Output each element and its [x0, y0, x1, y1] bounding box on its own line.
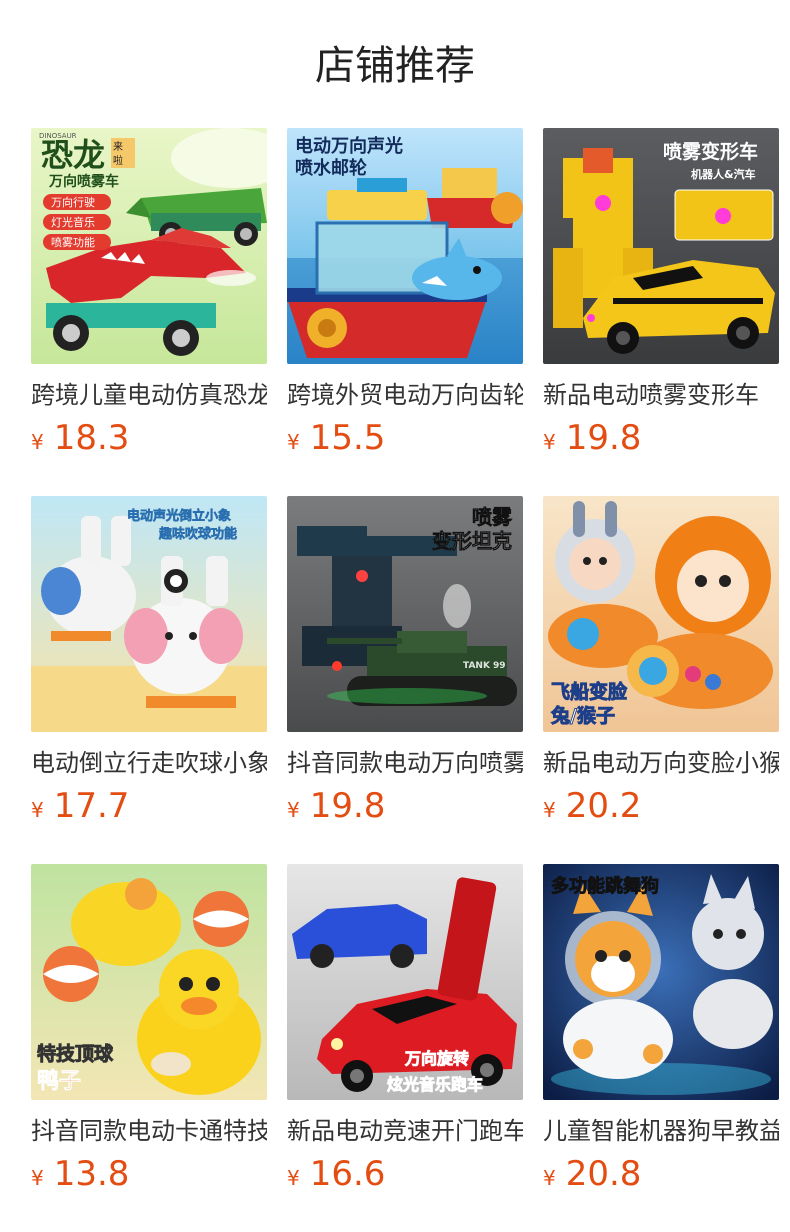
svg-text:喷雾: 喷雾	[472, 505, 513, 529]
svg-text:恐龙: 恐龙	[41, 136, 105, 174]
product-price: ¥19.8	[543, 418, 779, 464]
price-value: 19.8	[309, 786, 386, 826]
price-value: 17.7	[53, 786, 130, 826]
svg-text:灯光音乐: 灯光音乐	[51, 215, 95, 229]
product-price: ¥20.2	[543, 786, 779, 832]
product-name[interactable]: 电动倒立行走吹球小象	[31, 746, 267, 780]
product-image-elephant[interactable]: 电动声光倒立小象 趣味吹球功能	[31, 496, 267, 732]
price-value: 19.8	[565, 418, 642, 458]
svg-text:兔/猴子: 兔/猴子	[550, 704, 615, 727]
product-name[interactable]: 新品电动喷雾变形车	[543, 378, 779, 412]
product-card-ship[interactable]: 电动万向声光 喷水邮轮 跨境外贸电动万向齿轮 ¥15.5	[287, 128, 523, 496]
svg-text:炫光音乐跑车: 炫光音乐跑车	[387, 1075, 483, 1094]
currency-symbol: ¥	[543, 798, 556, 822]
svg-text:喷水邮轮: 喷水邮轮	[295, 157, 367, 179]
svg-text:啦: 啦	[113, 154, 123, 167]
svg-text:电动万向声光: 电动万向声光	[295, 135, 403, 157]
product-image-transform-car[interactable]: 喷雾变形车 机器人&汽车	[543, 128, 779, 364]
product-price: ¥20.8	[543, 1154, 779, 1200]
price-value: 13.8	[53, 1154, 130, 1194]
svg-text:飞船变脸: 飞船变脸	[551, 680, 628, 703]
svg-text:多功能跳舞狗: 多功能跳舞狗	[551, 875, 659, 897]
page-title: 店铺推荐	[315, 43, 475, 89]
product-name[interactable]: 跨境外贸电动万向齿轮	[287, 378, 523, 412]
svg-text:喷雾变形车: 喷雾变形车	[663, 140, 758, 163]
product-grid: DINOSAUR 恐龙 来 啦 万向喷雾车 万向行驶 灯光音乐 喷雾功能 跨境儿…	[31, 128, 779, 1232]
svg-text:来: 来	[113, 141, 123, 153]
product-card-tank[interactable]: TANK 99 喷雾 变形坦克 抖音同款电动万向喷雾 ¥19.8	[287, 496, 523, 864]
price-value: 20.8	[565, 1154, 642, 1194]
product-image-race-car[interactable]: 万向旋转 炫光音乐跑车	[287, 864, 523, 1100]
svg-text:TANK 99: TANK 99	[463, 661, 506, 671]
svg-text:机器人&汽车: 机器人&汽车	[691, 167, 756, 181]
product-name[interactable]: 新品电动竞速开门跑车	[287, 1114, 523, 1148]
svg-text:喷雾功能: 喷雾功能	[51, 235, 95, 249]
price-value: 18.3	[53, 418, 130, 458]
recommend-page: 店铺推荐 DINOSAUR 恐龙 来 啦 万向喷雾车 万向行驶 灯光音乐 喷雾功…	[0, 0, 790, 1232]
product-image-tank[interactable]: TANK 99 喷雾 变形坦克	[287, 496, 523, 732]
product-image-robot-dog[interactable]: 多功能跳舞狗	[543, 864, 779, 1100]
price-value: 15.5	[309, 418, 386, 458]
svg-text:万向喷雾车: 万向喷雾车	[48, 173, 119, 190]
product-card-race-car[interactable]: 万向旋转 炫光音乐跑车 新品电动竞速开门跑车 ¥16.6	[287, 864, 523, 1232]
svg-text:特技顶球: 特技顶球	[37, 1042, 114, 1065]
product-name[interactable]: 新品电动万向变脸小猴	[543, 746, 779, 780]
svg-text:万向旋转: 万向旋转	[404, 1049, 469, 1068]
product-card-spaceship[interactable]: 飞船变脸 兔/猴子 新品电动万向变脸小猴 ¥20.2	[543, 496, 779, 864]
price-value: 16.6	[309, 1154, 386, 1194]
product-image-dinosaur-car[interactable]: DINOSAUR 恐龙 来 啦 万向喷雾车 万向行驶 灯光音乐 喷雾功能	[31, 128, 267, 364]
product-card-duck[interactable]: 特技顶球 鸭子 抖音同款电动卡通特技 ¥13.8	[31, 864, 267, 1232]
product-price: ¥19.8	[287, 786, 523, 832]
product-name[interactable]: 跨境儿童电动仿真恐龙	[31, 378, 267, 412]
currency-symbol: ¥	[287, 798, 300, 822]
product-image-ship[interactable]: 电动万向声光 喷水邮轮	[287, 128, 523, 364]
price-value: 20.2	[565, 786, 642, 826]
currency-symbol: ¥	[31, 798, 44, 822]
product-card-elephant[interactable]: 电动声光倒立小象 趣味吹球功能 电动倒立行走吹球小象 ¥17.7	[31, 496, 267, 864]
product-name[interactable]: 抖音同款电动卡通特技	[31, 1114, 267, 1148]
svg-text:电动声光倒立小象: 电动声光倒立小象	[127, 508, 231, 524]
svg-text:鸭子: 鸭子	[37, 1068, 81, 1094]
svg-text:趣味吹球功能: 趣味吹球功能	[158, 526, 237, 542]
product-card-robot-dog[interactable]: 多功能跳舞狗 儿童智能机器狗早教益 ¥20.8	[543, 864, 779, 1232]
product-price: ¥18.3	[31, 418, 267, 464]
product-name[interactable]: 儿童智能机器狗早教益	[543, 1114, 779, 1148]
product-price: ¥16.6	[287, 1154, 523, 1200]
product-image-spaceship[interactable]: 飞船变脸 兔/猴子	[543, 496, 779, 732]
currency-symbol: ¥	[543, 1166, 556, 1190]
currency-symbol: ¥	[31, 1166, 44, 1190]
currency-symbol: ¥	[31, 430, 44, 454]
product-price: ¥17.7	[31, 786, 267, 832]
currency-symbol: ¥	[543, 430, 556, 454]
currency-symbol: ¥	[287, 1166, 300, 1190]
product-image-duck[interactable]: 特技顶球 鸭子	[31, 864, 267, 1100]
product-price: ¥15.5	[287, 418, 523, 464]
svg-text:万向行驶: 万向行驶	[51, 195, 95, 209]
product-name[interactable]: 抖音同款电动万向喷雾	[287, 746, 523, 780]
product-price: ¥13.8	[31, 1154, 267, 1200]
currency-symbol: ¥	[287, 430, 300, 454]
product-card-transform-car[interactable]: 喷雾变形车 机器人&汽车 新品电动喷雾变形车 ¥19.8	[543, 128, 779, 496]
svg-text:变形坦克: 变形坦克	[432, 529, 512, 553]
product-card-dinosaur-car[interactable]: DINOSAUR 恐龙 来 啦 万向喷雾车 万向行驶 灯光音乐 喷雾功能 跨境儿…	[31, 128, 267, 496]
